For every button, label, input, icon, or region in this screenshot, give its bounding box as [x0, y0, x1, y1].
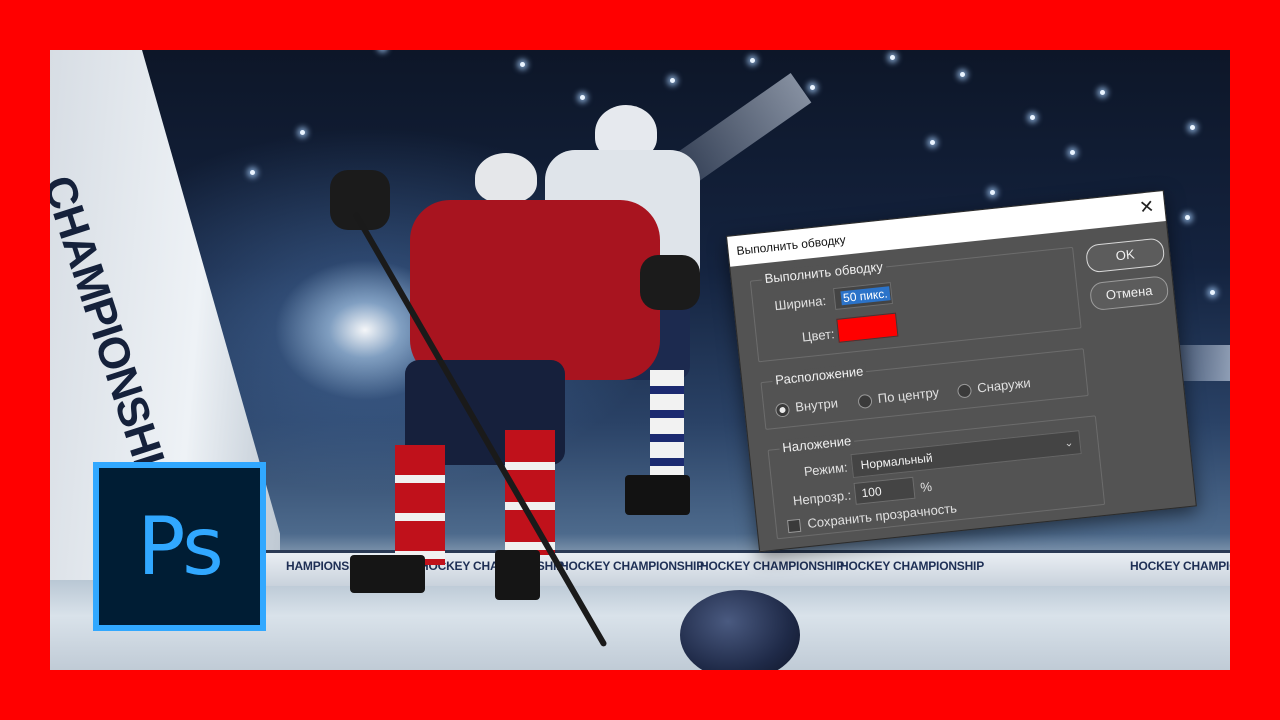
arena-light [520, 62, 525, 67]
board-ad: HOCKEY CHAMPIONSHIP [840, 559, 984, 573]
width-value: 50 пикс. [840, 286, 891, 306]
arena-light [250, 170, 255, 175]
arena-light [810, 85, 815, 90]
arena-light [1070, 150, 1075, 155]
opacity-unit: % [919, 478, 933, 496]
arena-light [1100, 90, 1105, 95]
arena-light [1210, 290, 1215, 295]
arena-light [670, 78, 675, 83]
ok-button[interactable]: OK [1084, 237, 1166, 274]
board-ad: HOCKEY CHAMPIONSHIP [1130, 559, 1230, 573]
arena-light [890, 55, 895, 60]
mode-value: Нормальный [859, 450, 934, 473]
arena-light [750, 58, 755, 63]
board-ad: HOCKEY CHAMPIONSHIP [700, 559, 844, 573]
cancel-button[interactable]: Отмена [1088, 275, 1170, 312]
preserve-transparency-checkbox[interactable] [787, 518, 802, 534]
board-ad: HOCKEY CHAMPIONSHIP [560, 559, 704, 573]
stroke-dialog: Выполнить обводку ✕ Выполнить обводку Ши… [726, 190, 1197, 553]
chevron-down-icon: ⌄ [1063, 436, 1075, 450]
arena-light [960, 72, 965, 77]
arena-light [1185, 215, 1190, 220]
photoshop-logo: Ps [93, 462, 266, 631]
arena-light [990, 190, 995, 195]
arena-light [1190, 125, 1195, 130]
close-icon[interactable]: ✕ [1138, 192, 1156, 221]
logo-text: Ps [137, 500, 224, 593]
hockey-puck [680, 590, 800, 670]
arena-light [580, 95, 585, 100]
arena-light [930, 140, 935, 145]
arena-light [1030, 115, 1035, 120]
dialog-title: Выполнить обводку [735, 232, 847, 258]
arena-light [300, 130, 305, 135]
